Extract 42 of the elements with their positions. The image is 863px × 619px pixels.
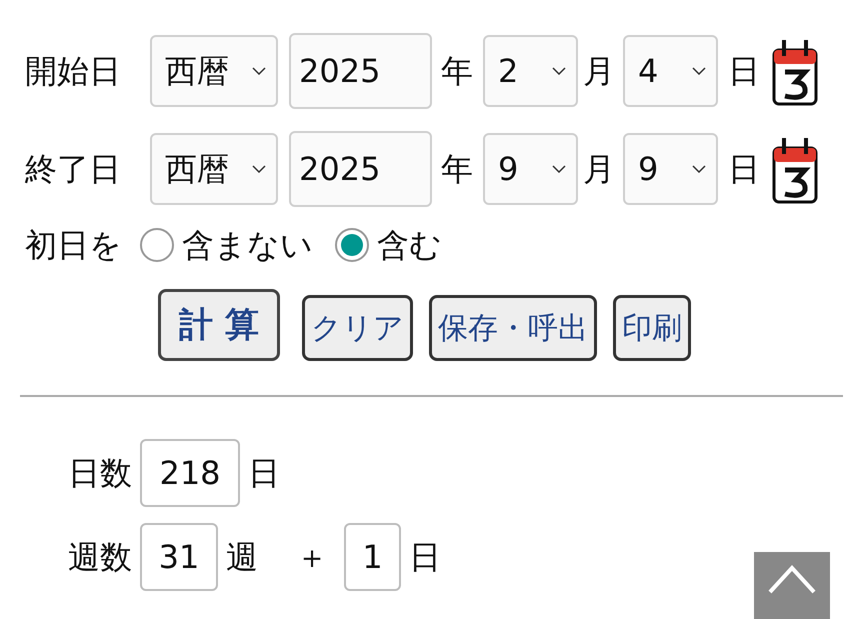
- month-select[interactable]: 2: [483, 35, 578, 107]
- month-select[interactable]: 9: [483, 133, 578, 205]
- chevron-down-icon: [692, 165, 706, 173]
- action-button[interactable]: 保存・呼出: [428, 295, 597, 361]
- radio-button[interactable]: [335, 228, 369, 262]
- month-unit: 月: [583, 51, 616, 92]
- year-field[interactable]: 2025: [289, 131, 432, 207]
- days-unit: 日: [248, 453, 280, 494]
- scroll-to-top-button[interactable]: [754, 552, 830, 619]
- extra-days-field[interactable]: 1: [344, 523, 401, 591]
- action-button[interactable]: 計 算: [158, 289, 280, 361]
- extra-days-unit: 日: [409, 537, 441, 578]
- chevron-down-icon: [252, 67, 266, 75]
- day-unit: 日: [728, 51, 761, 92]
- year-unit: 年: [441, 149, 474, 190]
- days-label: 日数: [68, 453, 132, 494]
- era-select[interactable]: 西暦: [150, 133, 278, 205]
- year-unit: 年: [441, 51, 474, 92]
- radio-label: 含む: [377, 225, 442, 266]
- chevron-down-icon: [552, 165, 566, 173]
- chevron-down-icon: [552, 67, 566, 75]
- caret-up-icon: [767, 564, 817, 594]
- weeks-unit: 週: [226, 537, 258, 578]
- year-field[interactable]: 2025: [289, 33, 432, 109]
- days-field[interactable]: 218: [140, 439, 240, 507]
- first-day-label: 初日を: [25, 225, 122, 266]
- plus-sign: ＋: [296, 537, 328, 578]
- day-select[interactable]: 9: [623, 133, 718, 205]
- date-label: 開始日: [25, 51, 122, 92]
- action-button[interactable]: クリア: [302, 295, 413, 361]
- radio-button[interactable]: [140, 228, 174, 262]
- date-label: 終了日: [25, 149, 122, 190]
- chevron-down-icon: [692, 67, 706, 75]
- era-select[interactable]: 西暦: [150, 35, 278, 107]
- action-button[interactable]: 印刷: [612, 295, 691, 361]
- day-select[interactable]: 4: [623, 35, 718, 107]
- month-unit: 月: [583, 149, 616, 190]
- day-unit: 日: [728, 149, 761, 190]
- radio-label: 含まない: [182, 225, 313, 266]
- weeks-label: 週数: [68, 537, 132, 578]
- weeks-field[interactable]: 31: [140, 523, 218, 591]
- chevron-down-icon: [252, 165, 266, 173]
